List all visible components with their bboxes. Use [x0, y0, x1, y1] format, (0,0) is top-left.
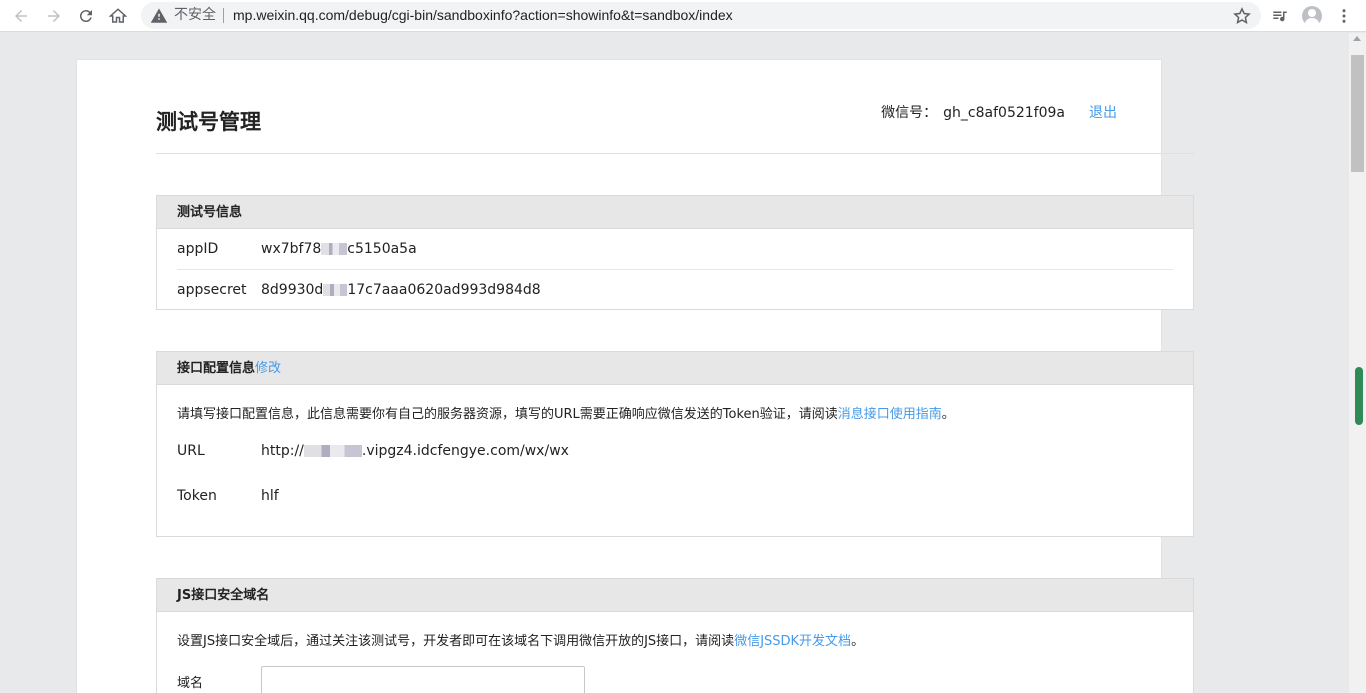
reading-list-icon[interactable] [1268, 4, 1292, 28]
token-row: Token hlf [177, 474, 1173, 519]
wechat-id-value: gh_c8af0521f09a [943, 105, 1065, 121]
url-value: http://.vipgz4.idcfengye.com/wx/wx [261, 443, 569, 459]
interface-config-heading: 接口配置信息修改 [157, 352, 1193, 385]
appsecret-row: appsecret 8d9930d 17c7aaa0620ad993d984d8 [177, 269, 1173, 309]
insecure-label[interactable]: 不安全 [174, 7, 216, 24]
redacted-block [323, 284, 348, 296]
home-icon[interactable] [106, 4, 130, 28]
redacted-block [321, 243, 348, 255]
jssdk-doc-link[interactable]: 微信JSSDK开发文档 [734, 634, 851, 649]
forward-icon[interactable] [42, 4, 66, 28]
sandbox-page: 测试号管理 微信号： gh_c8af0521f09a 退出 测试号信息 appID … [76, 59, 1194, 693]
browser-toolbar: 不安全 mp.weixin.qq.com/debug/cgi-bin/sandb… [0, 0, 1366, 32]
edit-config-link[interactable]: 修改 [255, 361, 281, 376]
appid-value: wx7bf78 c5150a5a [261, 241, 417, 257]
redacted-block [303, 445, 362, 457]
warning-icon[interactable] [150, 7, 168, 25]
title-divider [156, 153, 1194, 154]
token-label: Token [177, 488, 217, 504]
back-icon[interactable] [9, 4, 33, 28]
omnibox-divider [223, 8, 224, 23]
token-value: hlf [261, 488, 279, 504]
interface-config-description: 请填写接口配置信息，此信息需要你有自己的服务器资源，填写的URL需要正确响应微信… [177, 407, 955, 422]
wechat-id-label: 微信号： [881, 105, 938, 121]
appsecret-value: 8d9930d 17c7aaa0620ad993d984d8 [261, 282, 541, 298]
domain-label: 域名 [177, 676, 204, 691]
domain-input[interactable] [261, 666, 585, 693]
menu-more-icon[interactable] [1332, 4, 1356, 28]
js-domain-heading: JS接口安全域名 [157, 579, 1193, 612]
address-bar[interactable]: 不安全 mp.weixin.qq.com/debug/cgi-bin/sandb… [141, 2, 1261, 29]
appsecret-label: appsecret [177, 282, 247, 298]
scroll-up-arrow-icon[interactable] [1353, 36, 1361, 41]
message-guide-link[interactable]: 消息接口使用指南 [838, 407, 942, 422]
scroll-marker [1355, 367, 1363, 425]
appid-label: appID [177, 241, 219, 257]
js-domain-panel: JS接口安全域名 设置JS接口安全域后，通过关注该测试号，开发者即可在该域名下调… [156, 578, 1194, 693]
url-row: URL http://.vipgz4.idcfengye.com/wx/wx [177, 429, 1173, 474]
profile-icon[interactable] [1300, 4, 1324, 28]
test-account-heading: 测试号信息 [157, 196, 1193, 229]
page-title: 测试号管理 [156, 110, 261, 134]
url-text[interactable]: mp.weixin.qq.com/debug/cgi-bin/sandboxin… [233, 7, 733, 24]
domain-row: 域名 [177, 666, 1173, 693]
reload-icon[interactable] [74, 4, 98, 28]
account-info: 微信号： gh_c8af0521f09a 退出 [881, 102, 1117, 122]
page-scrollbar[interactable] [1349, 33, 1366, 693]
test-account-panel: 测试号信息 appID wx7bf78 c5150a5a appsecret 8d… [156, 195, 1194, 310]
appid-row: appID wx7bf78 c5150a5a [177, 229, 1173, 269]
js-domain-description: 设置JS接口安全域后，通过关注该测试号，开发者即可在该域名下调用微信开放的JS接… [177, 634, 865, 649]
scroll-thumb[interactable] [1351, 55, 1364, 172]
logout-link[interactable]: 退出 [1089, 105, 1117, 121]
interface-config-panel: 接口配置信息修改 请填写接口配置信息，此信息需要你有自己的服务器资源，填写的UR… [156, 351, 1194, 537]
bookmark-star-icon[interactable] [1232, 6, 1252, 26]
url-label: URL [177, 443, 205, 459]
